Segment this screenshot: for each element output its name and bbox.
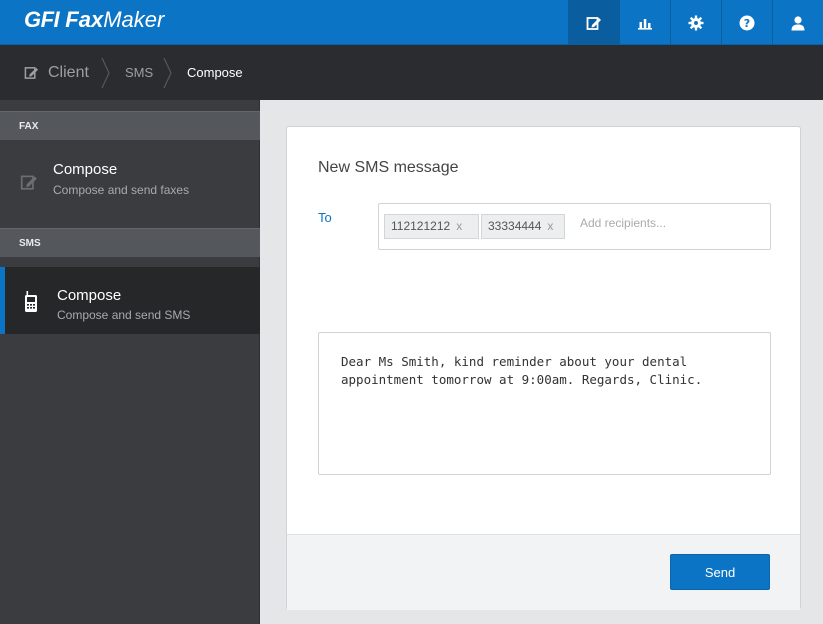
- gear-icon: [688, 15, 704, 30]
- sidebar-item-sms-compose[interactable]: Compose Compose and send SMS: [0, 267, 260, 334]
- sidebar-item-title: Compose: [53, 161, 118, 178]
- top-bar: GFI FaxMaker ?: [0, 0, 823, 45]
- recipients-input[interactable]: [578, 215, 758, 231]
- sidebar: FAX Compose Compose and send faxes SMS C…: [0, 100, 260, 624]
- sidebar-item-fax-compose[interactable]: Compose Compose and send faxes: [0, 140, 260, 207]
- sidebar-section-sms: SMS: [0, 228, 260, 257]
- compose-icon: [20, 175, 37, 190]
- top-nav: ?: [568, 0, 823, 45]
- breadcrumb-client[interactable]: Client: [24, 45, 89, 100]
- sms-compose-card: New SMS message To 112121212 x 33334444 x …: [286, 126, 801, 610]
- user-icon: [791, 15, 805, 30]
- active-indicator: [0, 267, 5, 334]
- nav-account-button[interactable]: [772, 0, 823, 45]
- breadcrumb-sms[interactable]: SMS: [125, 45, 153, 100]
- page-title: New SMS message: [318, 159, 459, 176]
- chevron-right-icon: [163, 57, 172, 89]
- message-textarea[interactable]: Dear Ms Smith, kind reminder about your …: [318, 332, 771, 475]
- app-logo: GFI FaxMaker: [24, 7, 165, 32]
- send-button[interactable]: Send: [670, 554, 770, 590]
- recipients-field[interactable]: 112121212 x 33334444 x: [378, 203, 771, 250]
- help-icon: ?: [739, 15, 755, 30]
- nav-settings-button[interactable]: [670, 0, 721, 45]
- breadcrumb-compose: Compose: [187, 65, 243, 80]
- mobile-phone-icon: [25, 291, 37, 312]
- nav-compose-button[interactable]: [568, 0, 619, 45]
- sidebar-item-subtitle: Compose and send faxes: [53, 183, 190, 197]
- svg-text:?: ?: [744, 17, 750, 30]
- to-label: To: [318, 210, 332, 225]
- recipient-chip: 33334444 x: [481, 214, 565, 239]
- recipient-chip: 112121212 x: [384, 214, 479, 239]
- compose-icon: [24, 67, 39, 79]
- sidebar-section-fax: FAX: [0, 111, 260, 140]
- compose-icon: [586, 16, 601, 30]
- remove-recipient-button[interactable]: x: [456, 219, 462, 233]
- nav-help-button[interactable]: ?: [721, 0, 772, 45]
- sidebar-item-subtitle: Compose and send SMS: [57, 308, 191, 322]
- breadcrumb: Client SMS Compose: [0, 45, 823, 100]
- card-footer: Send: [287, 534, 800, 610]
- chevron-right-icon: [101, 57, 110, 89]
- remove-recipient-button[interactable]: x: [547, 219, 553, 233]
- bar-chart-icon: [638, 18, 652, 30]
- sidebar-item-title: Compose: [57, 287, 122, 304]
- nav-reports-button[interactable]: [619, 0, 670, 45]
